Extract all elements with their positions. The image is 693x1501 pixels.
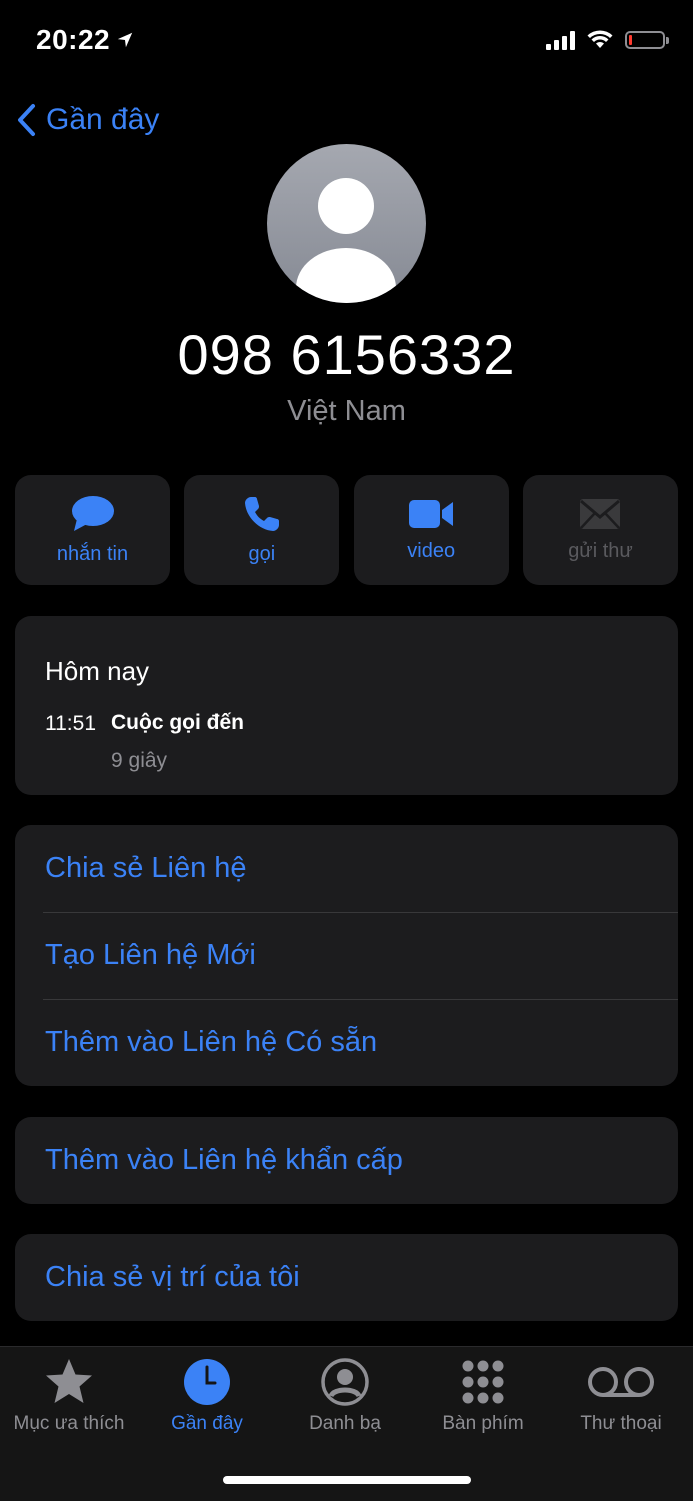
video-button[interactable]: video (353, 475, 509, 585)
history-time: 11:51 (45, 712, 96, 735)
home-indicator[interactable] (223, 1476, 471, 1484)
emergency-contact-group: Thêm vào Liên hệ khẩn cấp (15, 1117, 678, 1204)
back-label: Gần đây (46, 103, 160, 136)
phone-icon (244, 496, 279, 531)
wifi-icon (587, 30, 613, 48)
add-emergency-contact-button[interactable]: Thêm vào Liên hệ khẩn cấp (15, 1117, 678, 1204)
chevron-left-icon (18, 104, 35, 136)
history-date: Hôm nay (45, 656, 150, 686)
video-label: video (407, 539, 456, 562)
history-call-type: Cuộc gọi đến (111, 711, 244, 734)
contact-avatar (267, 144, 426, 303)
share-location-button[interactable]: Chia sẻ vị trí của tôi (15, 1234, 678, 1321)
person-circle-icon (321, 1358, 369, 1406)
clock-icon (184, 1359, 230, 1405)
share-location-group: Chia sẻ vị trí của tôi (15, 1234, 678, 1321)
message-label: nhắn tin (56, 542, 129, 565)
add-to-existing-contact-button[interactable]: Thêm vào Liên hệ Có sẵn (15, 999, 678, 1086)
tab-contacts[interactable]: Danh bạ (276, 1357, 414, 1435)
mail-icon (580, 498, 621, 529)
history-duration: 9 giây (111, 749, 168, 772)
tab-voicemail-label: Thư thoại (580, 1413, 662, 1434)
status-indicators (546, 30, 669, 50)
contact-options-group: Chia sẻ Liên hệ Tạo Liên hệ Mới Thêm vào… (15, 825, 678, 1086)
voicemail-icon (588, 1367, 654, 1397)
tab-keypad-label: Bàn phím (442, 1413, 524, 1434)
action-buttons: nhắn tin gọi video gửi thư (15, 475, 678, 585)
star-icon (46, 1359, 92, 1403)
share-location-label: Chia sẻ vị trí của tôi (45, 1261, 300, 1293)
share-contact-button[interactable]: Chia sẻ Liên hệ (15, 825, 678, 912)
tab-favorites[interactable]: Mục ưa thích (0, 1357, 138, 1435)
call-history-card: Hôm nay 11:51 Cuộc gọi đến 9 giây (15, 616, 678, 795)
phone-number: 098 6156332 (177, 323, 516, 386)
mail-label: gửi thư (568, 539, 633, 562)
call-label: gọi (248, 542, 276, 565)
message-icon (71, 495, 114, 531)
mail-button: gửi thư (522, 475, 678, 585)
back-button[interactable]: Gần đây (14, 102, 159, 138)
add-to-existing-contact-label: Thêm vào Liên hệ Có sẵn (45, 1026, 378, 1058)
location-arrow-icon (117, 32, 133, 48)
call-button[interactable]: gọi (184, 475, 340, 585)
tab-favorites-label: Mục ưa thích (13, 1413, 125, 1434)
add-emergency-contact-label: Thêm vào Liên hệ khẩn cấp (45, 1144, 403, 1176)
status-time: 20:22 (36, 24, 134, 56)
share-contact-label: Chia sẻ Liên hệ (45, 852, 247, 884)
tab-voicemail[interactable]: Thư thoại (552, 1357, 690, 1435)
message-button[interactable]: nhắn tin (15, 475, 170, 585)
create-new-contact-button[interactable]: Tạo Liên hệ Mới (15, 912, 678, 999)
battery-icon (625, 31, 669, 49)
create-new-contact-label: Tạo Liên hệ Mới (45, 939, 256, 971)
tab-contacts-label: Danh bạ (309, 1413, 381, 1434)
cellular-signal-icon (546, 30, 575, 50)
tab-recents-label: Gần đây (171, 1413, 243, 1434)
tab-keypad[interactable]: Bàn phím (414, 1357, 552, 1435)
video-icon (409, 499, 454, 528)
country-label: Việt Nam (287, 395, 406, 427)
tab-recents[interactable]: Gần đây (138, 1357, 276, 1435)
keypad-icon (462, 1360, 504, 1404)
